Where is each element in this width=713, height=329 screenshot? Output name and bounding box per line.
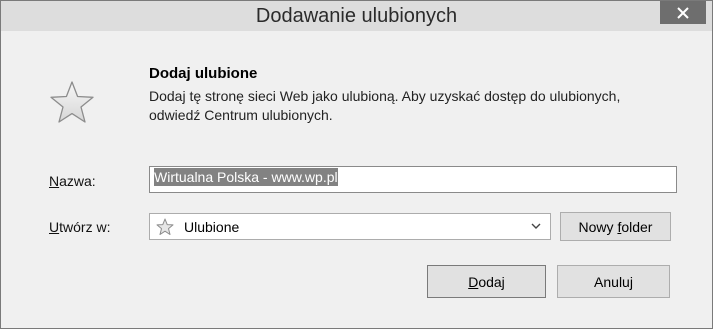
create-in-label-accel: U — [49, 219, 60, 235]
title-bar[interactable]: Dodawanie ulubionych — [1, 1, 712, 31]
window-title: Dodawanie ulubionych — [255, 5, 458, 27]
name-input-value: Wirtualna Polska - www.wp.pl — [154, 168, 338, 186]
new-folder-label-post: older — [621, 218, 653, 235]
chevron-down-icon — [531, 223, 541, 229]
cancel-button[interactable]: Anuluj — [557, 265, 670, 298]
add-button-label: odaj — [478, 273, 505, 290]
folder-select-value: Ulubione — [184, 219, 240, 235]
add-button-accel: D — [468, 273, 479, 290]
close-icon — [677, 6, 689, 19]
folder-select[interactable]: Ulubione — [149, 213, 551, 240]
close-button[interactable] — [660, 1, 706, 24]
create-in-label-rest: twórz w: — [59, 219, 111, 235]
create-in-label: Utwórz w: — [49, 219, 110, 235]
dialog-description: Dodaj tę stronę sieci Web jako ulubioną.… — [149, 88, 621, 123]
new-folder-label-pre: Nowy — [578, 218, 618, 235]
new-folder-button[interactable]: Nowy f older — [560, 212, 671, 241]
cancel-button-label: Anuluj — [594, 273, 633, 290]
star-icon — [50, 81, 94, 123]
name-input[interactable]: Wirtualna Polska - www.wp.pl — [149, 166, 677, 193]
name-label: Nazwa: — [49, 173, 96, 189]
add-favorite-dialog: Dodawanie ulubionych Dodaj ulubione Doda… — [0, 0, 713, 329]
dialog-heading: Dodaj ulubione — [149, 65, 258, 82]
name-label-accel: N — [49, 173, 60, 189]
add-button[interactable]: Dodaj — [427, 265, 546, 298]
name-label-rest: azwa: — [59, 173, 96, 189]
star-icon — [156, 218, 174, 235]
